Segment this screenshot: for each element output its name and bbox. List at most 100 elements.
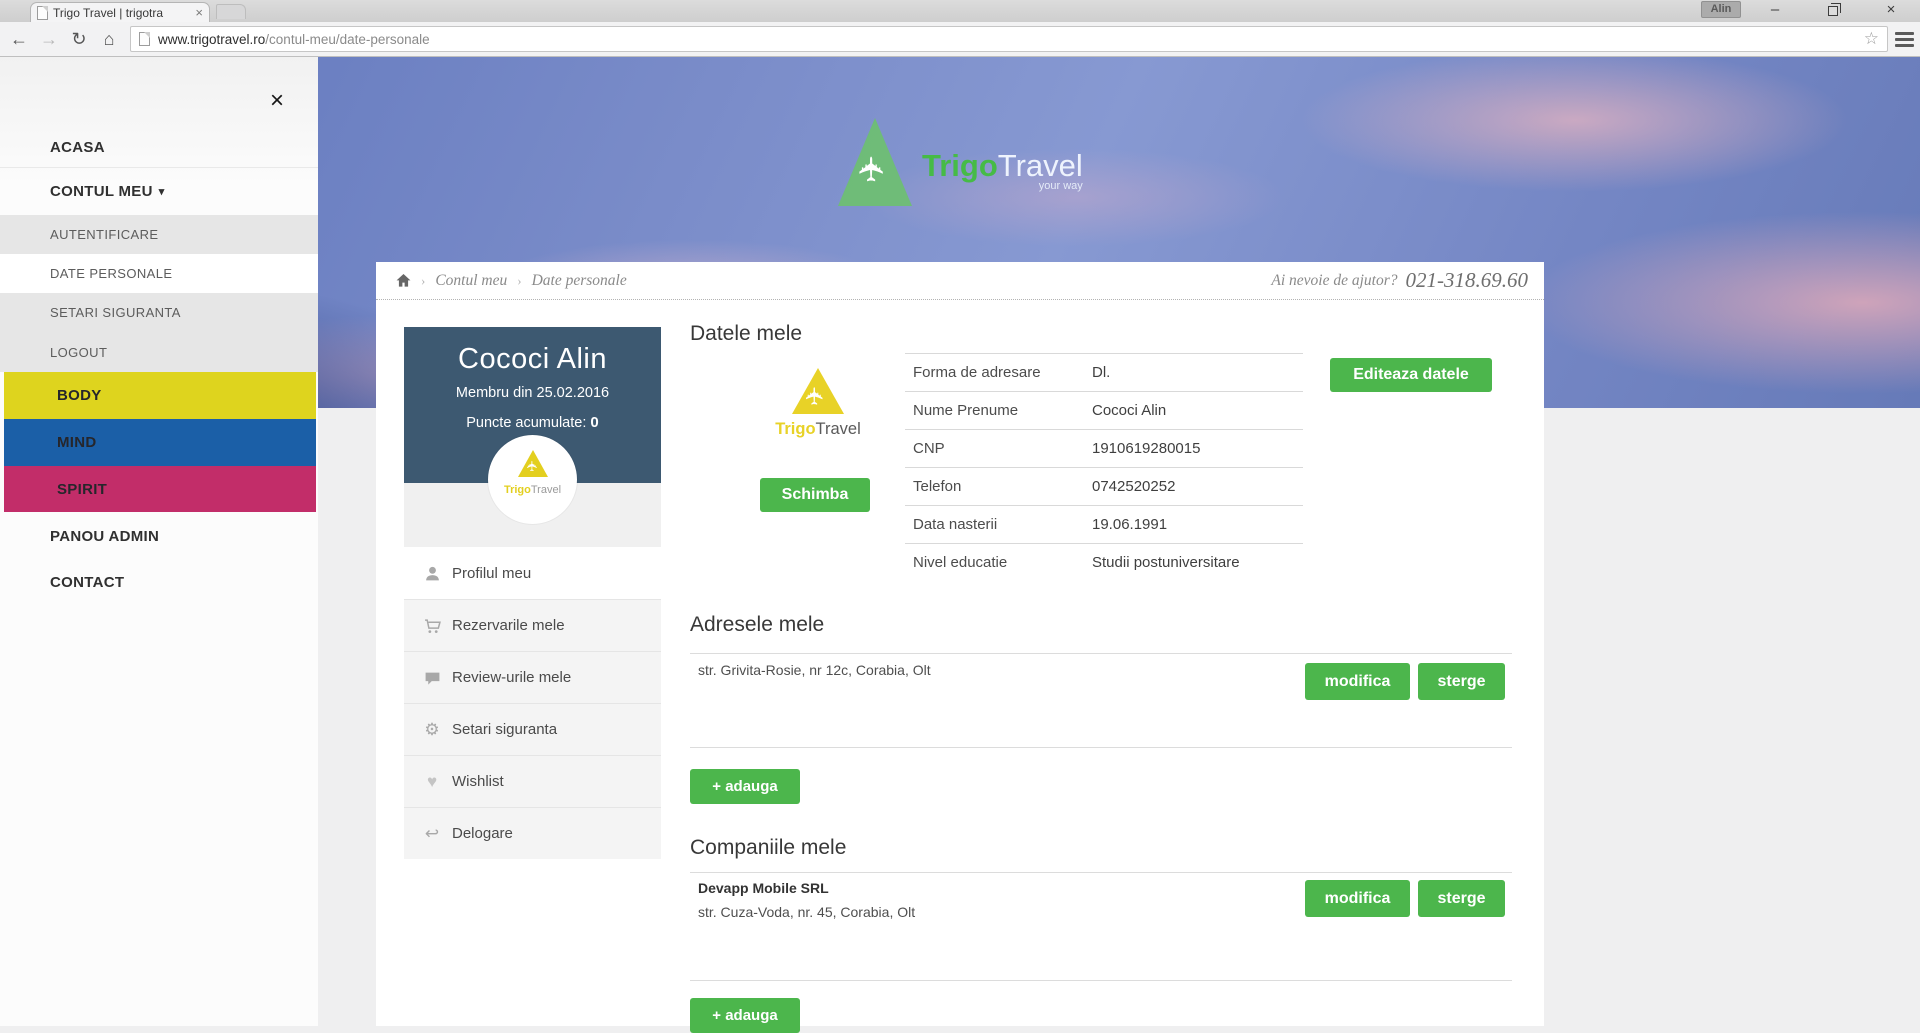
account-menu-label: Delogare bbox=[452, 825, 513, 842]
sidebar-item-contul-meu[interactable]: CONTUL MEU ▾ bbox=[0, 167, 318, 215]
browser-navbar: ← → ↻ ⌂ www.trigotravel.ro/contul-meu/da… bbox=[0, 22, 1920, 57]
field-label: Data nasterii bbox=[905, 516, 1092, 533]
divider bbox=[690, 980, 1512, 981]
account-menu-label: Profilul meu bbox=[452, 565, 531, 582]
avatar-logo-wordmark: TrigoTravel bbox=[488, 484, 577, 496]
divider bbox=[690, 653, 1512, 654]
breadcrumb-separator: › bbox=[517, 273, 521, 289]
picture-logo-trigo: Trigo bbox=[775, 420, 815, 438]
sidebar-item-body[interactable]: BODY bbox=[4, 372, 316, 419]
field-value: 0742520252 bbox=[1092, 478, 1175, 495]
account-menu-wishlist[interactable]: ♥ Wishlist bbox=[404, 755, 661, 807]
profile-member-since: Membru din 25.02.2016 bbox=[404, 385, 661, 401]
plane-icon: ✈ bbox=[855, 155, 889, 184]
sidebar-item-label: ACASA bbox=[50, 139, 105, 156]
gear-icon: ⚙ bbox=[420, 720, 444, 740]
account-menu-label: Setari siguranta bbox=[452, 721, 557, 738]
content-card: › Contul meu › Date personale Ai nevoie … bbox=[376, 262, 1544, 1026]
delete-company-button[interactable]: sterge bbox=[1418, 880, 1505, 917]
account-menu-delogare[interactable]: ↩ Delogare bbox=[404, 807, 661, 859]
sidebar-item-label: SETARI SIGURANTA bbox=[50, 305, 181, 320]
add-address-button[interactable]: + adauga bbox=[690, 769, 800, 804]
heart-icon: ♥ bbox=[420, 772, 444, 792]
account-menu-review-urile-mele[interactable]: Review-urile mele bbox=[404, 651, 661, 703]
account-menu-label: Review-urile mele bbox=[452, 669, 571, 686]
site-logo[interactable]: ✈ TrigoTravel your way bbox=[838, 118, 1083, 206]
back-icon[interactable]: ← bbox=[4, 29, 34, 50]
delete-address-button[interactable]: sterge bbox=[1418, 663, 1505, 700]
user-icon bbox=[420, 563, 444, 583]
profile-picture-triangle: ✈ bbox=[792, 368, 844, 414]
account-menu-profilul-meu[interactable]: Profilul meu bbox=[404, 547, 661, 599]
logo-triangle: ✈ bbox=[838, 118, 912, 206]
field-label: Forma de adresare bbox=[905, 364, 1092, 381]
close-window-button[interactable]: × bbox=[1862, 0, 1920, 21]
sidebar-item-label: MIND bbox=[57, 434, 97, 451]
sidebar-item-contact[interactable]: CONTACT bbox=[0, 560, 318, 605]
url-path: /contul-meu/date-personale bbox=[265, 32, 429, 47]
home-icon[interactable]: ⌂ bbox=[94, 29, 124, 50]
modify-address-button[interactable]: modifica bbox=[1305, 663, 1410, 700]
account-menu-rezervarile-mele[interactable]: Rezervarile mele bbox=[404, 599, 661, 651]
table-row: Nivel educatie Studii postuniversitare bbox=[905, 543, 1303, 581]
section-title-adresele-mele: Adresele mele bbox=[690, 613, 824, 637]
divider bbox=[690, 747, 1512, 748]
modify-company-button[interactable]: modifica bbox=[1305, 880, 1410, 917]
sidebar-item-label: SPIRIT bbox=[57, 481, 107, 498]
avatar-logo-travel: Travel bbox=[531, 484, 561, 496]
cart-icon bbox=[420, 616, 444, 636]
breadcrumb-contul-meu[interactable]: Contul meu bbox=[435, 272, 507, 290]
new-tab-button[interactable] bbox=[216, 4, 246, 19]
divider bbox=[690, 872, 1512, 873]
sidebar-item-label: CONTACT bbox=[50, 574, 124, 591]
forward-icon[interactable]: → bbox=[34, 29, 64, 50]
minimize-button[interactable]: – bbox=[1746, 0, 1804, 21]
sidebar-close-icon[interactable]: × bbox=[270, 87, 284, 115]
bookmark-star-icon[interactable]: ☆ bbox=[1864, 29, 1879, 49]
sidebar-item-date-personale[interactable]: DATE PERSONALE bbox=[0, 254, 318, 293]
personal-data-table: Forma de adresare Dl. Nume Prenume Cococ… bbox=[905, 353, 1303, 581]
help-text: Ai nevoie de ajutor? bbox=[1271, 272, 1397, 290]
sidebar-item-mind[interactable]: MIND bbox=[4, 419, 316, 466]
field-label: Telefon bbox=[905, 478, 1092, 495]
refresh-icon[interactable]: ↻ bbox=[64, 29, 94, 50]
account-menu-setari-siguranta[interactable]: ⚙ Setari siguranta bbox=[404, 703, 661, 755]
plane-icon: ✈ bbox=[804, 386, 828, 406]
comment-icon bbox=[420, 668, 444, 688]
edit-data-button[interactable]: Editeaza datele bbox=[1330, 358, 1492, 392]
browser-profile-badge[interactable]: Alin bbox=[1701, 1, 1741, 18]
field-value: 1910619280015 bbox=[1092, 440, 1200, 457]
field-label: CNP bbox=[905, 440, 1092, 457]
table-row: Nume Prenume Cococi Alin bbox=[905, 391, 1303, 429]
breadcrumb-home-icon[interactable] bbox=[396, 273, 411, 288]
breadcrumb-separator: › bbox=[421, 273, 425, 289]
change-picture-button[interactable]: Schimba bbox=[760, 478, 870, 512]
profile-picture: ✈ TrigoTravel bbox=[773, 368, 863, 439]
url-bar[interactable]: www.trigotravel.ro/contul-meu/date-perso… bbox=[130, 26, 1888, 52]
points-label: Puncte acumulate: bbox=[466, 415, 586, 431]
profile-name: Cococi Alin bbox=[404, 327, 661, 376]
table-row: Telefon 0742520252 bbox=[905, 467, 1303, 505]
breadcrumb-date-personale: Date personale bbox=[532, 272, 627, 290]
avatar: ✈ TrigoTravel bbox=[488, 435, 577, 524]
sidebar-item-logout[interactable]: LOGOUT bbox=[0, 332, 318, 372]
browser-tab[interactable]: Trigo Travel | trigotra × bbox=[30, 2, 210, 22]
sidebar-item-acasa[interactable]: ACASA bbox=[0, 127, 318, 167]
field-value: 19.06.1991 bbox=[1092, 516, 1167, 533]
sidebar-item-setari-siguranta[interactable]: SETARI SIGURANTA bbox=[0, 293, 318, 332]
sidebar-item-spirit[interactable]: SPIRIT bbox=[4, 466, 316, 512]
field-value: Cococi Alin bbox=[1092, 402, 1166, 419]
sidebar-item-panou-admin[interactable]: PANOU ADMIN bbox=[0, 512, 318, 560]
sidebar-item-autentificare[interactable]: AUTENTIFICARE bbox=[0, 215, 318, 254]
plane-icon: ✈ bbox=[524, 460, 538, 472]
table-row: Data nasterii 19.06.1991 bbox=[905, 505, 1303, 543]
sidebar-item-label: DATE PERSONALE bbox=[50, 266, 172, 281]
field-value: Dl. bbox=[1092, 364, 1110, 381]
browser-menu-icon[interactable] bbox=[1895, 29, 1917, 50]
sidebar: × ACASA CONTUL MEU ▾ AUTENTIFICARE DATE … bbox=[0, 57, 318, 1026]
tab-close-icon[interactable]: × bbox=[195, 6, 203, 19]
page-icon bbox=[37, 6, 48, 20]
sidebar-item-label: PANOU ADMIN bbox=[50, 528, 159, 545]
restore-button[interactable] bbox=[1804, 0, 1862, 21]
add-company-button[interactable]: + adauga bbox=[690, 998, 800, 1033]
